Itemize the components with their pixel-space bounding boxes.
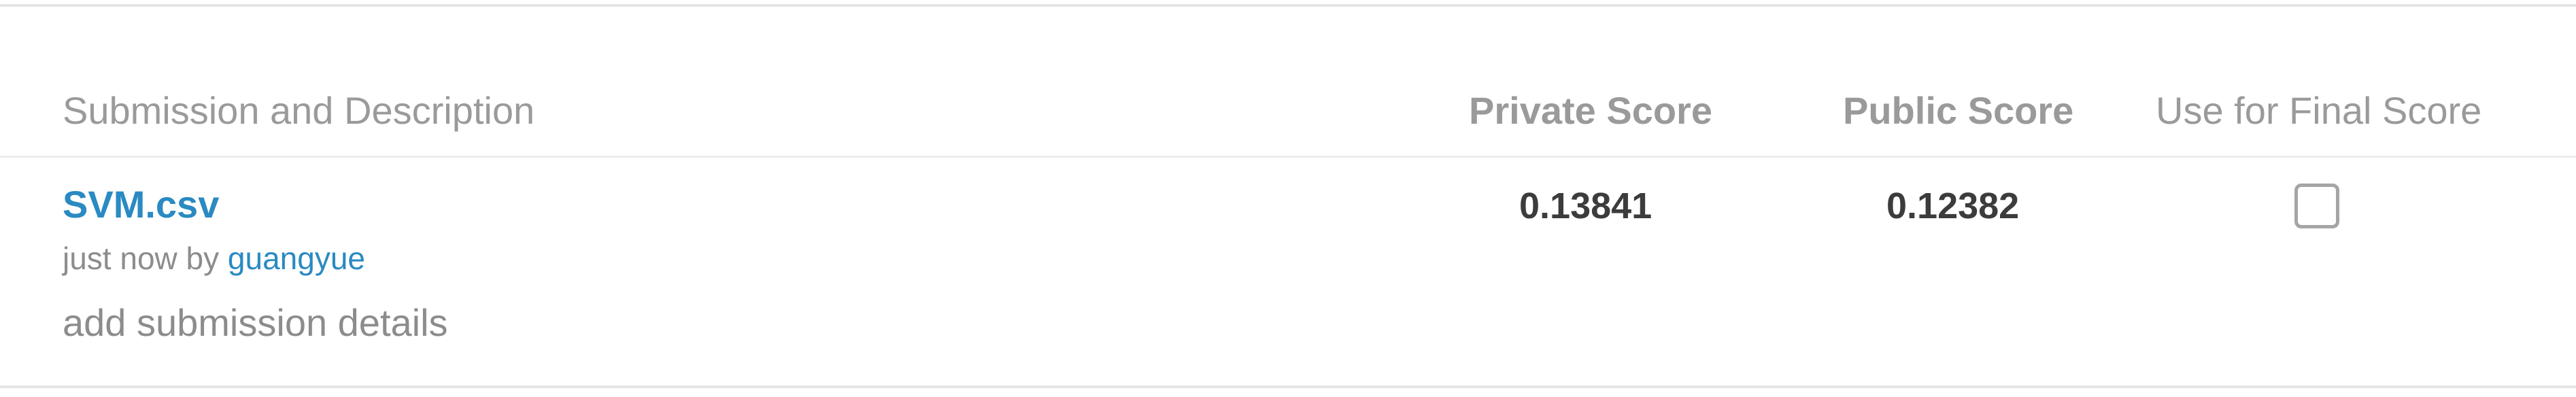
header-private-score: Private Score — [1469, 89, 1712, 132]
private-score-value: 0.13841 — [1519, 186, 1653, 226]
header-divider — [0, 156, 2576, 158]
submission-file-link[interactable]: SVM.csv — [63, 181, 219, 228]
header-submission-and-description: Submission and Description — [63, 89, 535, 132]
top-divider — [0, 4, 2576, 7]
use-for-final-score-checkbox[interactable] — [2294, 184, 2339, 228]
submitted-time-label: just now by — [63, 241, 228, 276]
author-link[interactable]: guangyue — [228, 241, 365, 276]
bottom-divider — [0, 385, 2576, 388]
add-submission-details-link[interactable]: add submission details — [63, 299, 448, 347]
header-use-for-final-score: Use for Final Score — [2156, 89, 2482, 132]
public-score-value: 0.12382 — [1886, 186, 2020, 226]
submission-meta: just now by guangyue — [63, 238, 365, 279]
header-public-score: Public Score — [1843, 89, 2074, 132]
